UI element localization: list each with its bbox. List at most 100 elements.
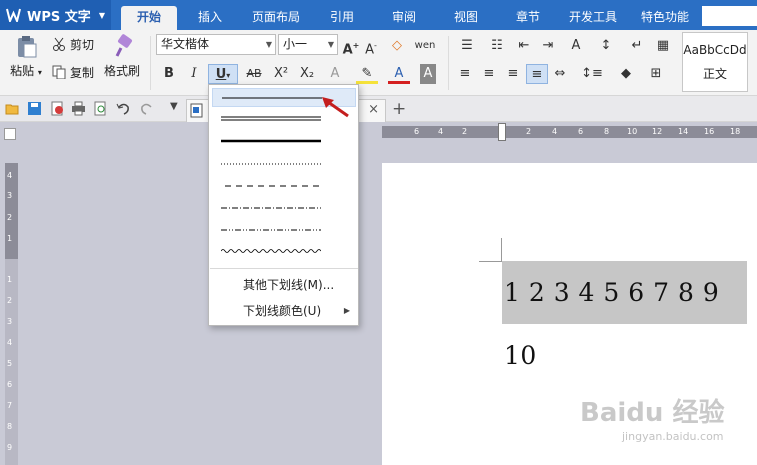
close-icon[interactable]: × [368,102,379,117]
chevron-down-icon: ▾ [226,71,231,80]
selected-text[interactable]: 1 2 3 4 5 6 7 8 9 10 [502,261,747,370]
line-single [222,97,322,99]
tab-review[interactable]: 审阅 [382,6,426,30]
ruler-number: 4 [552,127,558,136]
numbered-list-icon[interactable]: ☷ [484,36,510,56]
tab-developer[interactable]: 开发工具 [560,6,626,30]
ruler-number: 9 [7,443,13,452]
align-left-icon[interactable]: ≡ [456,64,474,84]
print-preview-icon[interactable] [93,101,108,116]
underline-color-item[interactable]: 下划线颜色(U) ▶ [209,299,358,323]
underline-thick[interactable] [212,132,356,151]
cut-button[interactable]: 剪切 [52,34,94,54]
save-icon[interactable] [27,101,42,116]
cut-label: 剪切 [70,37,95,52]
decrease-indent-icon[interactable]: ⇤ [514,36,534,56]
ruler-number: 3 [7,191,13,200]
font-size-select[interactable]: 小一 ▼ [278,34,338,55]
grow-font-button[interactable]: A+ [342,36,360,57]
tab-view[interactable]: 视图 [444,6,488,30]
ruler-number: 16 [704,127,715,136]
search-input[interactable] [702,6,757,26]
text-effect-icon[interactable]: A [326,64,344,84]
export-pdf-icon[interactable] [50,101,65,116]
more-underlines-item[interactable]: 其他下划线(M)... [209,273,358,297]
tab-stop-selector[interactable] [4,128,16,140]
margin-corner-mark [501,238,502,261]
brush-icon [109,34,135,58]
underline-button[interactable]: U▾ [208,64,238,84]
align-right-icon[interactable]: ≡ [504,64,522,84]
ruler-number: 10 [627,127,638,136]
line-spacing-icon[interactable]: ↕≡ [580,64,604,84]
chevron-down-icon: ▼ [265,40,272,49]
underline-dash-dot[interactable] [212,198,356,217]
line-wave [221,249,321,253]
tab-section[interactable]: 章节 [506,6,550,30]
phonetic-guide-icon[interactable]: wen [412,36,438,56]
increase-indent-icon[interactable]: ⇥ [538,36,558,56]
format-painter-button[interactable]: 格式刷 [100,34,144,79]
copy-label: 复制 [70,65,95,80]
print-icon[interactable] [71,101,86,116]
underline-label: U [215,67,227,82]
font-name-select[interactable]: 华文楷体 ▼ [156,34,276,55]
char-shading-icon[interactable]: A [420,64,436,84]
new-tab-icon[interactable]: + [392,99,406,119]
superscript-button[interactable]: X² [270,64,292,84]
chinese-layout-icon[interactable]: A [564,36,588,56]
clear-format-icon[interactable]: ◇ [388,36,406,56]
ruler-number: 8 [604,127,610,136]
divider [448,36,449,90]
indent-marker[interactable] [498,123,506,141]
open-icon[interactable] [5,101,20,116]
subscript-button[interactable]: X₂ [296,64,318,84]
justify-icon[interactable]: ≡ [526,64,548,84]
underline-wave[interactable] [212,242,356,261]
border-icon[interactable]: ⊞ [644,64,668,84]
copy-icon [52,65,66,80]
horizontal-ruler[interactable]: 6 4 2 2 4 6 8 10 12 14 16 18 [382,123,757,141]
highlight-icon[interactable]: ✎ [356,64,378,84]
margin-corner-mark [479,261,502,262]
ruler-number: 8 [7,422,13,431]
sort-icon[interactable]: ↕ [596,36,616,56]
menu-divider [210,268,358,269]
underline-dash-dot-dot[interactable] [212,220,356,239]
customize-qat-icon[interactable]: ▼ [170,101,185,116]
line-dash-dot [221,207,321,209]
align-center-icon[interactable]: ≡ [480,64,498,84]
vertical-ruler[interactable]: 4 3 2 1 1 2 3 4 5 6 7 8 9 [5,163,18,465]
more-underlines-label: 其他下划线(M)... [243,278,335,292]
table-icon[interactable]: ▦ [654,36,672,56]
tab-insert[interactable]: 插入 [186,6,234,30]
tab-page-layout[interactable]: 页面布局 [243,6,309,30]
italic-button[interactable]: I [185,64,203,84]
bullet-list-icon[interactable]: ☰ [454,36,480,56]
distribute-icon[interactable]: ⇔ [550,64,570,84]
strikethrough-button[interactable]: AB [240,64,268,84]
ruler-number: 12 [652,127,663,136]
line-dotted [221,163,321,165]
redo-icon[interactable] [139,101,154,116]
app-menu-button[interactable]: WPS 文字 ▼ [0,0,111,30]
underline-dashed[interactable] [212,176,356,195]
font-color-icon[interactable]: A [388,64,410,84]
show-marks-icon[interactable]: ↵ [626,36,648,56]
undo-icon[interactable] [116,101,131,116]
ruler-number: 2 [7,296,13,305]
fill-color-icon[interactable]: ◆ [614,64,638,84]
style-normal[interactable]: AaBbCcDd 正文 [682,32,748,92]
copy-button[interactable]: 复制 [52,62,94,82]
underline-dotted[interactable] [212,154,356,173]
line-thick [221,139,321,143]
paste-button[interactable]: 粘贴 ▾ [8,34,44,79]
tab-references[interactable]: 引用 [320,6,364,30]
line-dashed [225,185,321,187]
ruler-number: 4 [7,171,13,180]
tab-home[interactable]: 开始 [121,6,177,30]
tab-features[interactable]: 特色功能 [632,6,698,30]
bold-button[interactable]: B [160,64,178,84]
shrink-font-button[interactable]: A- [362,36,380,57]
chevron-down-icon: ▼ [327,40,334,49]
